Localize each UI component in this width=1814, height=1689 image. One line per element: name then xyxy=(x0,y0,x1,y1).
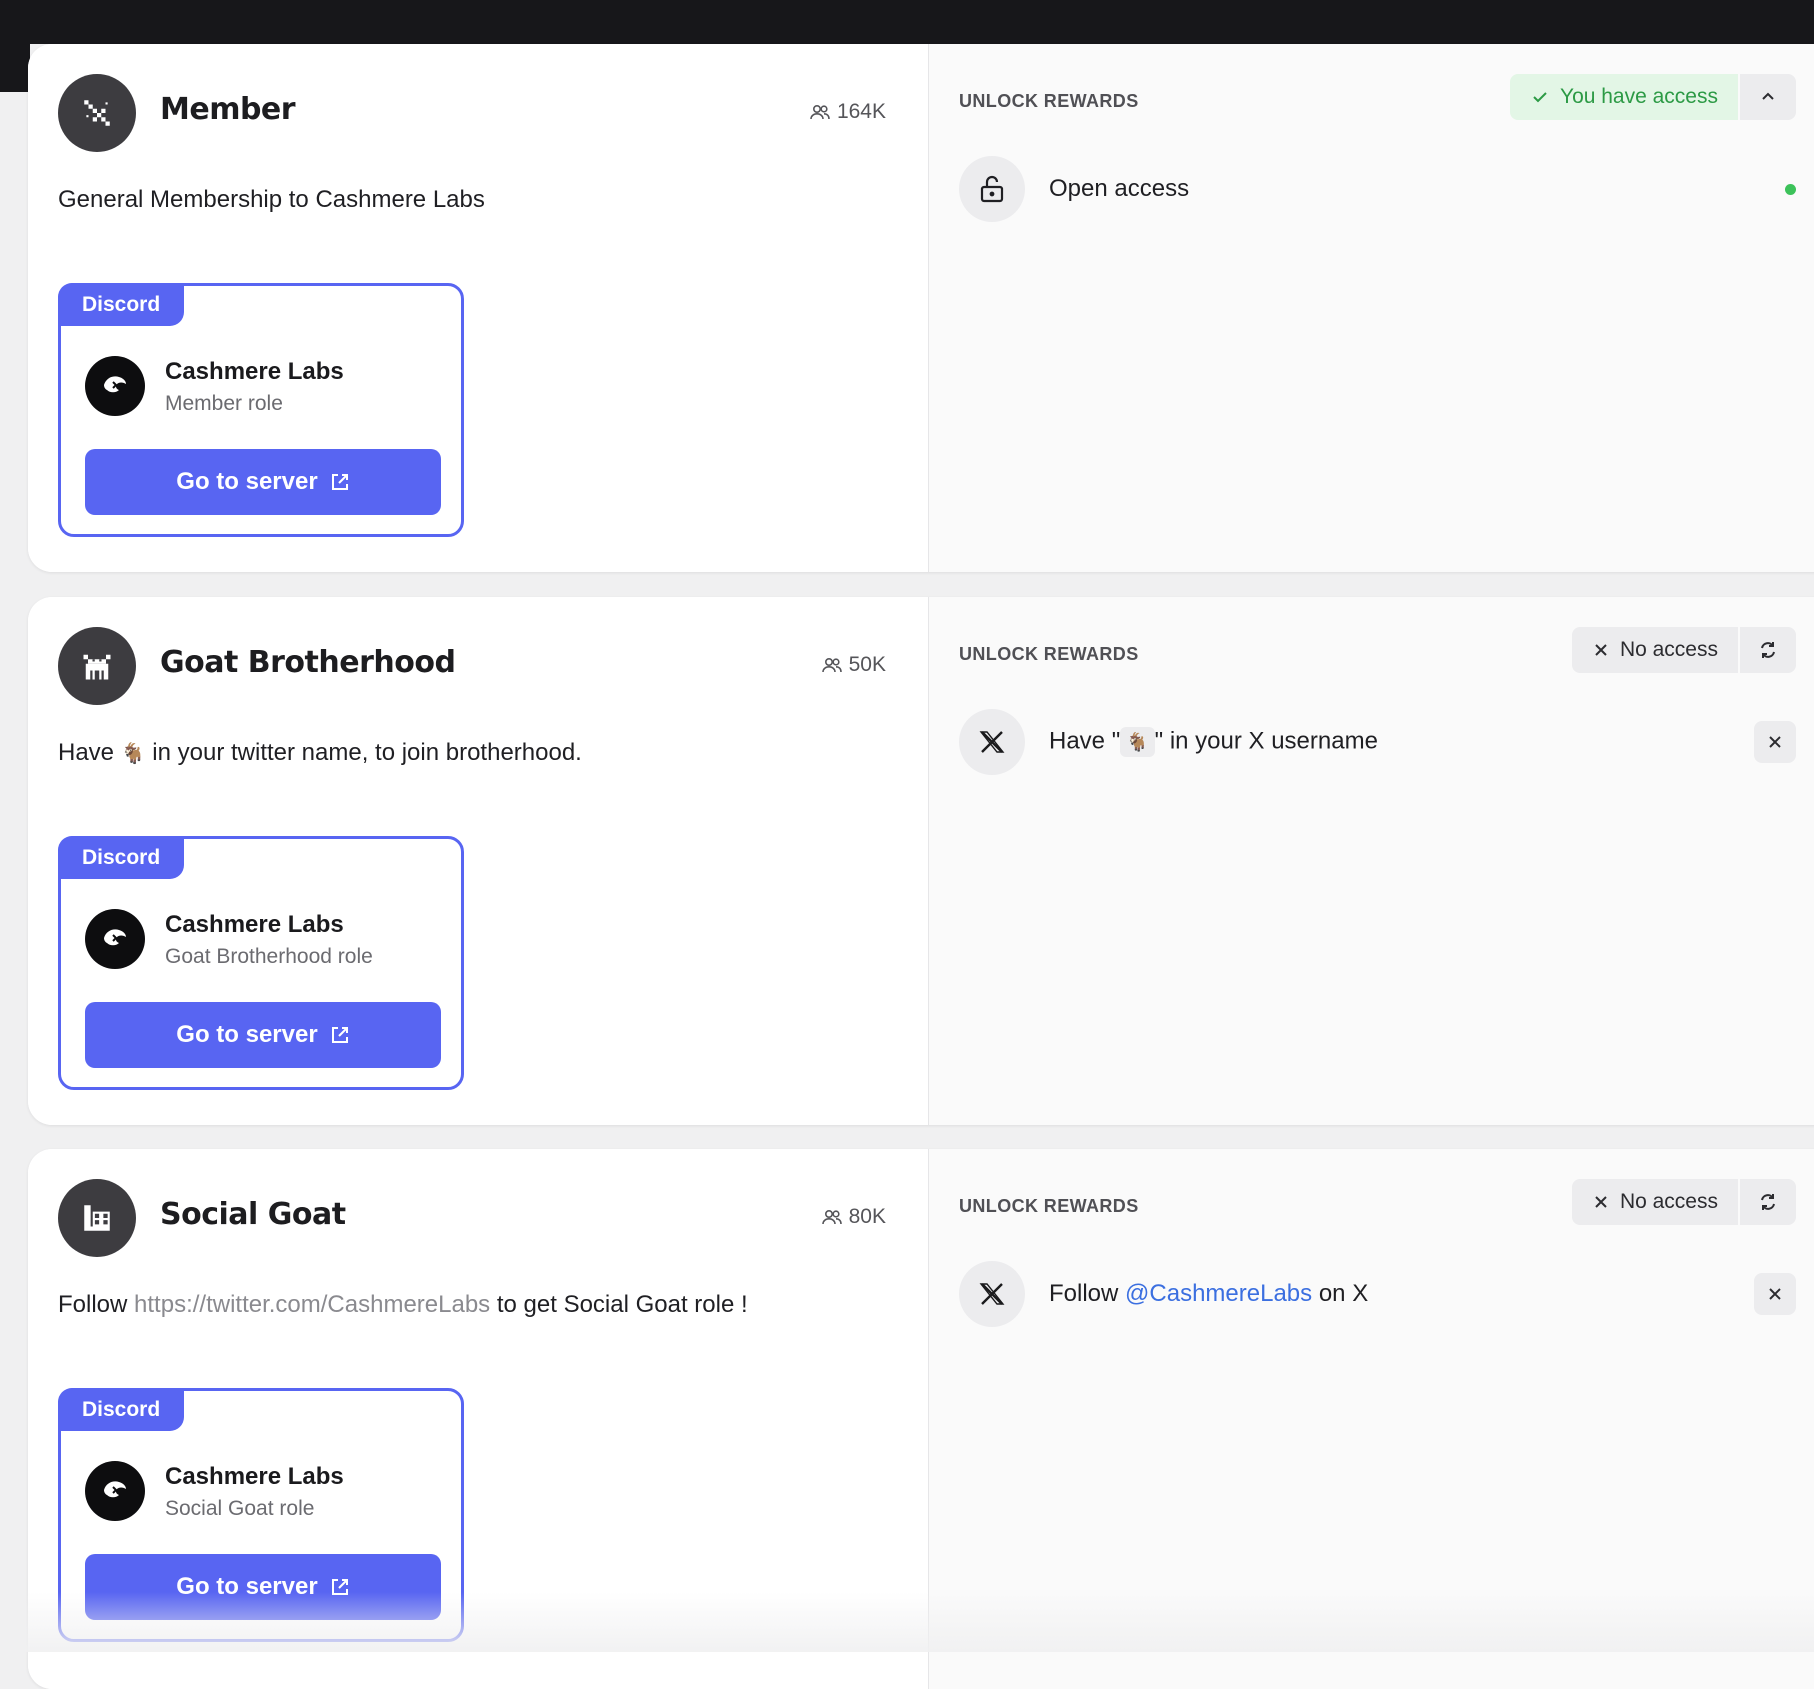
server-role: Member role xyxy=(165,392,283,415)
chevron-up-icon xyxy=(1762,92,1774,100)
cashmere-logo-icon xyxy=(104,1481,126,1498)
users-icon xyxy=(821,1209,842,1225)
requirement-unmet-button[interactable] xyxy=(1754,1273,1796,1315)
unlock-rewards-label: UNLOCK REWARDS xyxy=(959,1196,1139,1216)
requirement-row: Open access xyxy=(959,154,1796,224)
access-status-pill[interactable]: You have access xyxy=(1509,74,1738,120)
refresh-access-button[interactable] xyxy=(1740,627,1796,673)
role-title: Goat Brotherhood xyxy=(160,645,456,680)
role-description: Have 🐐 in your twitter name, to join bro… xyxy=(58,739,582,766)
access-status: No access xyxy=(1571,627,1796,673)
external-link-icon xyxy=(331,1579,348,1595)
requirement-met-indicator xyxy=(1785,183,1796,195)
role-info-panel: Social Goat 80K Follow https://twitter.c… xyxy=(28,1149,928,1689)
member-count-value: 80K xyxy=(848,1205,886,1228)
unlock-rewards-label: UNLOCK REWARDS xyxy=(959,91,1139,111)
discord-reward-card: Discord Cashmere Labs Social Goat role G… xyxy=(58,1388,464,1642)
unlock-rewards-label: UNLOCK REWARDS xyxy=(959,644,1139,664)
go-to-server-button[interactable]: Go to server xyxy=(85,1002,441,1068)
requirement-text: Open access xyxy=(1049,175,1190,202)
close-icon xyxy=(1595,1196,1607,1208)
top-bar-edge xyxy=(0,44,30,92)
server-name: Cashmere Labs xyxy=(165,358,344,385)
goat-brotherhood-role-icon xyxy=(58,627,136,705)
role-title: Social Goat xyxy=(160,1197,346,1232)
platform-tag: Discord xyxy=(58,1388,185,1431)
access-status-pill[interactable]: No access xyxy=(1571,1179,1738,1225)
member-count: 80K xyxy=(821,1205,886,1229)
twitter-link[interactable]: https://twitter.com/CashmereLabs xyxy=(134,1291,490,1318)
discord-reward-card: Discord Cashmere Labs Member role Go to … xyxy=(58,283,464,537)
social-goat-role-icon xyxy=(58,1179,136,1257)
member-role-icon xyxy=(58,74,136,152)
access-status-pill[interactable]: No access xyxy=(1571,627,1738,673)
requirement-text: Follow @CashmereLabs on X xyxy=(1049,1280,1369,1307)
role-description: General Membership to Cashmere Labs xyxy=(58,186,485,213)
server-avatar xyxy=(85,909,145,969)
server-role: Goat Brotherhood role xyxy=(165,945,373,968)
access-status: No access xyxy=(1571,1179,1796,1225)
goat-emoji: 🐐 xyxy=(120,743,146,766)
refresh-icon xyxy=(1761,642,1775,658)
x-logo-icon xyxy=(959,1261,1025,1327)
close-icon xyxy=(1595,644,1607,656)
unlock-icon xyxy=(959,156,1025,222)
discord-reward-card: Discord Cashmere Labs Goat Brotherhood r… xyxy=(58,836,464,1090)
requirement-row: Have " 🐐 " in your X username xyxy=(959,707,1796,777)
users-icon xyxy=(810,104,830,120)
role-description: Follow https://twitter.com/CashmereLabs … xyxy=(58,1291,748,1318)
role-info-panel: Member 164K General Membership to Cashme… xyxy=(28,44,928,572)
server-name: Cashmere Labs xyxy=(165,911,344,938)
x-handle-link[interactable]: @CashmereLabs xyxy=(1125,1280,1312,1307)
collapse-button[interactable] xyxy=(1740,74,1796,120)
requirement-unmet-button[interactable] xyxy=(1754,721,1796,763)
member-count-value: 50K xyxy=(848,653,886,676)
access-status-label: No access xyxy=(1619,1190,1718,1213)
unlock-rewards-panel: UNLOCK REWARDS You have access Open acce… xyxy=(928,44,1814,572)
platform-tag: Discord xyxy=(58,283,185,326)
server-role: Social Goat role xyxy=(165,1497,315,1520)
member-count-value: 164K xyxy=(836,100,886,123)
platform-tag: Discord xyxy=(58,836,185,879)
external-link-icon xyxy=(331,1027,348,1043)
cashmere-logo-icon xyxy=(104,376,126,393)
go-to-server-button[interactable]: Go to server xyxy=(85,449,441,515)
refresh-icon xyxy=(1761,1194,1775,1210)
member-count: 50K xyxy=(821,653,886,677)
role-info-panel: Goat Brotherhood 50K Have 🐐 in your twit… xyxy=(28,597,928,1125)
goat-emoji-chip: 🐐 xyxy=(1120,727,1155,757)
role-card-member: Member 164K General Membership to Cashme… xyxy=(28,44,1814,572)
cashmere-logo-icon xyxy=(104,929,126,946)
server-avatar xyxy=(85,356,145,416)
go-to-server-label: Go to server xyxy=(176,1573,318,1600)
requirement-text: Have " 🐐 " in your X username xyxy=(1049,727,1754,757)
go-to-server-button[interactable]: Go to server xyxy=(85,1554,441,1620)
access-status-label: No access xyxy=(1619,638,1718,661)
check-icon xyxy=(1533,92,1547,103)
server-avatar xyxy=(85,1461,145,1521)
role-card-social-goat: Social Goat 80K Follow https://twitter.c… xyxy=(28,1149,1814,1689)
unlock-rewards-panel: UNLOCK REWARDS No access Follow @Cashmer… xyxy=(928,1149,1814,1689)
requirement-row: Follow @CashmereLabs on X xyxy=(959,1259,1796,1329)
unlock-rewards-panel: UNLOCK REWARDS No access Have " 🐐 " in you… xyxy=(928,597,1814,1125)
role-title: Member xyxy=(160,92,296,127)
access-status-label: You have access xyxy=(1559,85,1718,108)
refresh-access-button[interactable] xyxy=(1740,1179,1796,1225)
external-link-icon xyxy=(331,474,348,490)
x-logo-icon xyxy=(959,709,1025,775)
close-icon xyxy=(1769,736,1781,748)
go-to-server-label: Go to server xyxy=(176,1021,318,1048)
member-count: 164K xyxy=(809,100,886,124)
server-name: Cashmere Labs xyxy=(165,1463,344,1490)
access-status: You have access xyxy=(1509,74,1796,120)
go-to-server-label: Go to server xyxy=(176,468,318,495)
top-bar xyxy=(0,0,1814,44)
users-icon xyxy=(821,657,842,673)
close-icon xyxy=(1769,1288,1781,1300)
role-card-goat-brotherhood: Goat Brotherhood 50K Have 🐐 in your twit… xyxy=(28,597,1814,1125)
